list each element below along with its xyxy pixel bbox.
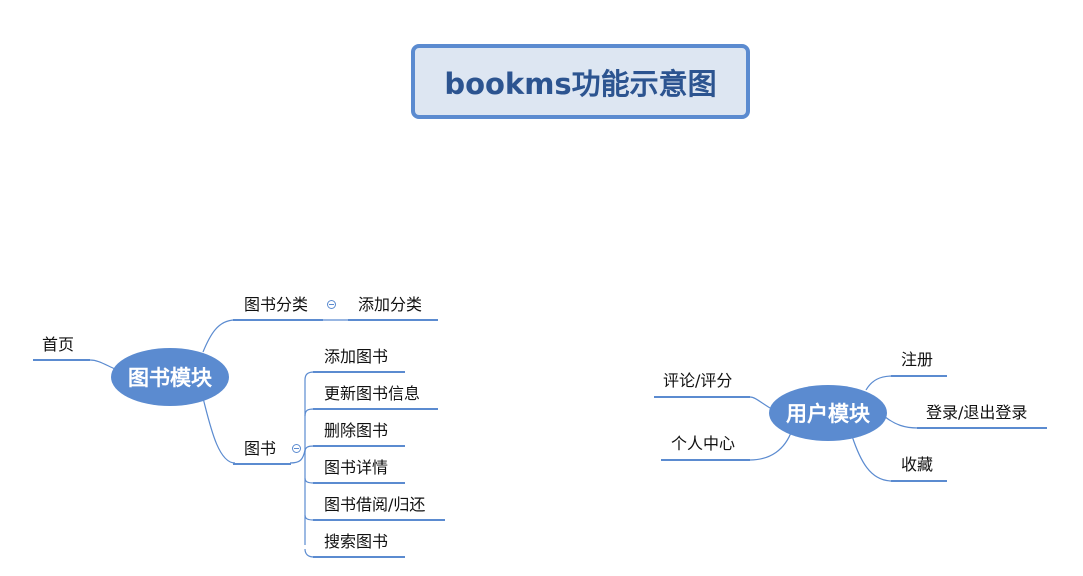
delete-book-node-label[interactable]: 删除图书: [324, 421, 388, 441]
books-node-label[interactable]: 图书: [244, 439, 276, 459]
category-underline: [233, 319, 323, 321]
comment-rating-node-label[interactable]: 评论/评分: [663, 371, 732, 391]
favorites-node-label[interactable]: 收藏: [901, 455, 933, 475]
profile-underline: [661, 459, 750, 461]
login-logout-node-label[interactable]: 登录/退出登录: [926, 403, 1027, 423]
favorites-underline: [891, 480, 947, 482]
search-book-underline: [313, 556, 405, 558]
user-module-node[interactable]: 用户模块: [769, 385, 887, 441]
profile-node-label[interactable]: 个人中心: [671, 434, 735, 454]
diagram-title: bookms功能示意图: [444, 66, 717, 101]
home-underline: [33, 359, 90, 361]
add-category-underline: [348, 319, 438, 321]
update-book-underline: [313, 408, 438, 410]
borrow-return-node-label[interactable]: 图书借阅/归还: [324, 495, 425, 515]
book-detail-node-label[interactable]: 图书详情: [324, 458, 388, 478]
add-book-underline: [313, 371, 405, 373]
search-book-node-label[interactable]: 搜索图书: [324, 532, 388, 552]
comment-rating-underline: [654, 396, 750, 398]
register-node-label[interactable]: 注册: [901, 350, 933, 370]
book-detail-underline: [313, 482, 405, 484]
book-module-label: 图书模块: [128, 366, 212, 390]
login-logout-underline: [917, 427, 1047, 429]
books-underline: [233, 463, 291, 465]
update-book-node-label[interactable]: 更新图书信息: [324, 384, 420, 404]
user-module-label: 用户模块: [786, 402, 870, 426]
books-collapse-icon[interactable]: [292, 444, 301, 453]
home-node-label[interactable]: 首页: [42, 335, 74, 355]
category-node-label[interactable]: 图书分类: [244, 295, 308, 315]
delete-book-underline: [313, 445, 405, 447]
add-book-node-label[interactable]: 添加图书: [324, 347, 388, 367]
title-box: bookms功能示意图: [411, 44, 750, 119]
borrow-return-underline: [313, 519, 445, 521]
register-underline: [891, 375, 947, 377]
book-module-node[interactable]: 图书模块: [111, 348, 229, 406]
category-collapse-icon[interactable]: [327, 300, 336, 309]
add-category-node-label[interactable]: 添加分类: [358, 295, 422, 315]
